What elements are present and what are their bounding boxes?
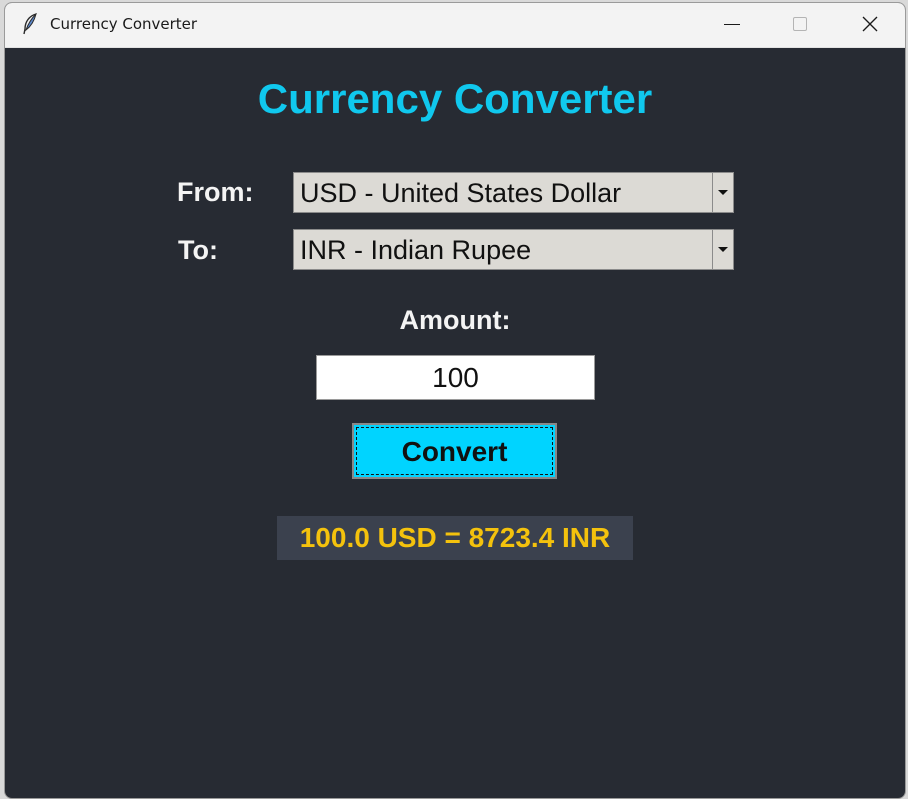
convert-button-label: Convert bbox=[401, 436, 508, 467]
from-dropdown-button[interactable] bbox=[712, 173, 733, 212]
chevron-down-icon bbox=[718, 190, 728, 195]
title-bar[interactable]: Currency Converter bbox=[5, 3, 905, 48]
amount-input[interactable] bbox=[316, 355, 595, 400]
feather-icon bbox=[21, 12, 39, 35]
convert-button[interactable]: Convert bbox=[352, 423, 557, 479]
from-currency-value: USD - United States Dollar bbox=[300, 178, 622, 208]
close-icon bbox=[861, 15, 879, 33]
close-button[interactable] bbox=[847, 3, 893, 47]
to-dropdown-button[interactable] bbox=[712, 230, 733, 269]
from-label: From: bbox=[177, 177, 254, 207]
minimize-icon bbox=[724, 24, 740, 25]
window-title: Currency Converter bbox=[50, 15, 198, 33]
app-window: Currency Converter Currency Converter Fr… bbox=[4, 2, 906, 799]
minimize-button[interactable] bbox=[708, 3, 754, 47]
maximize-icon bbox=[793, 17, 807, 31]
chevron-down-icon bbox=[718, 247, 728, 252]
maximize-button[interactable] bbox=[777, 3, 823, 47]
to-currency-combobox[interactable]: INR - Indian Rupee bbox=[293, 229, 734, 270]
amount-label: Amount: bbox=[399, 305, 511, 335]
result-label: 100.0 USD = 8723.4 INR bbox=[277, 516, 633, 560]
from-currency-combobox[interactable]: USD - United States Dollar bbox=[293, 172, 734, 213]
app-heading: Currency Converter bbox=[257, 75, 653, 122]
to-currency-value: INR - Indian Rupee bbox=[300, 235, 532, 265]
to-label: To: bbox=[178, 235, 218, 265]
